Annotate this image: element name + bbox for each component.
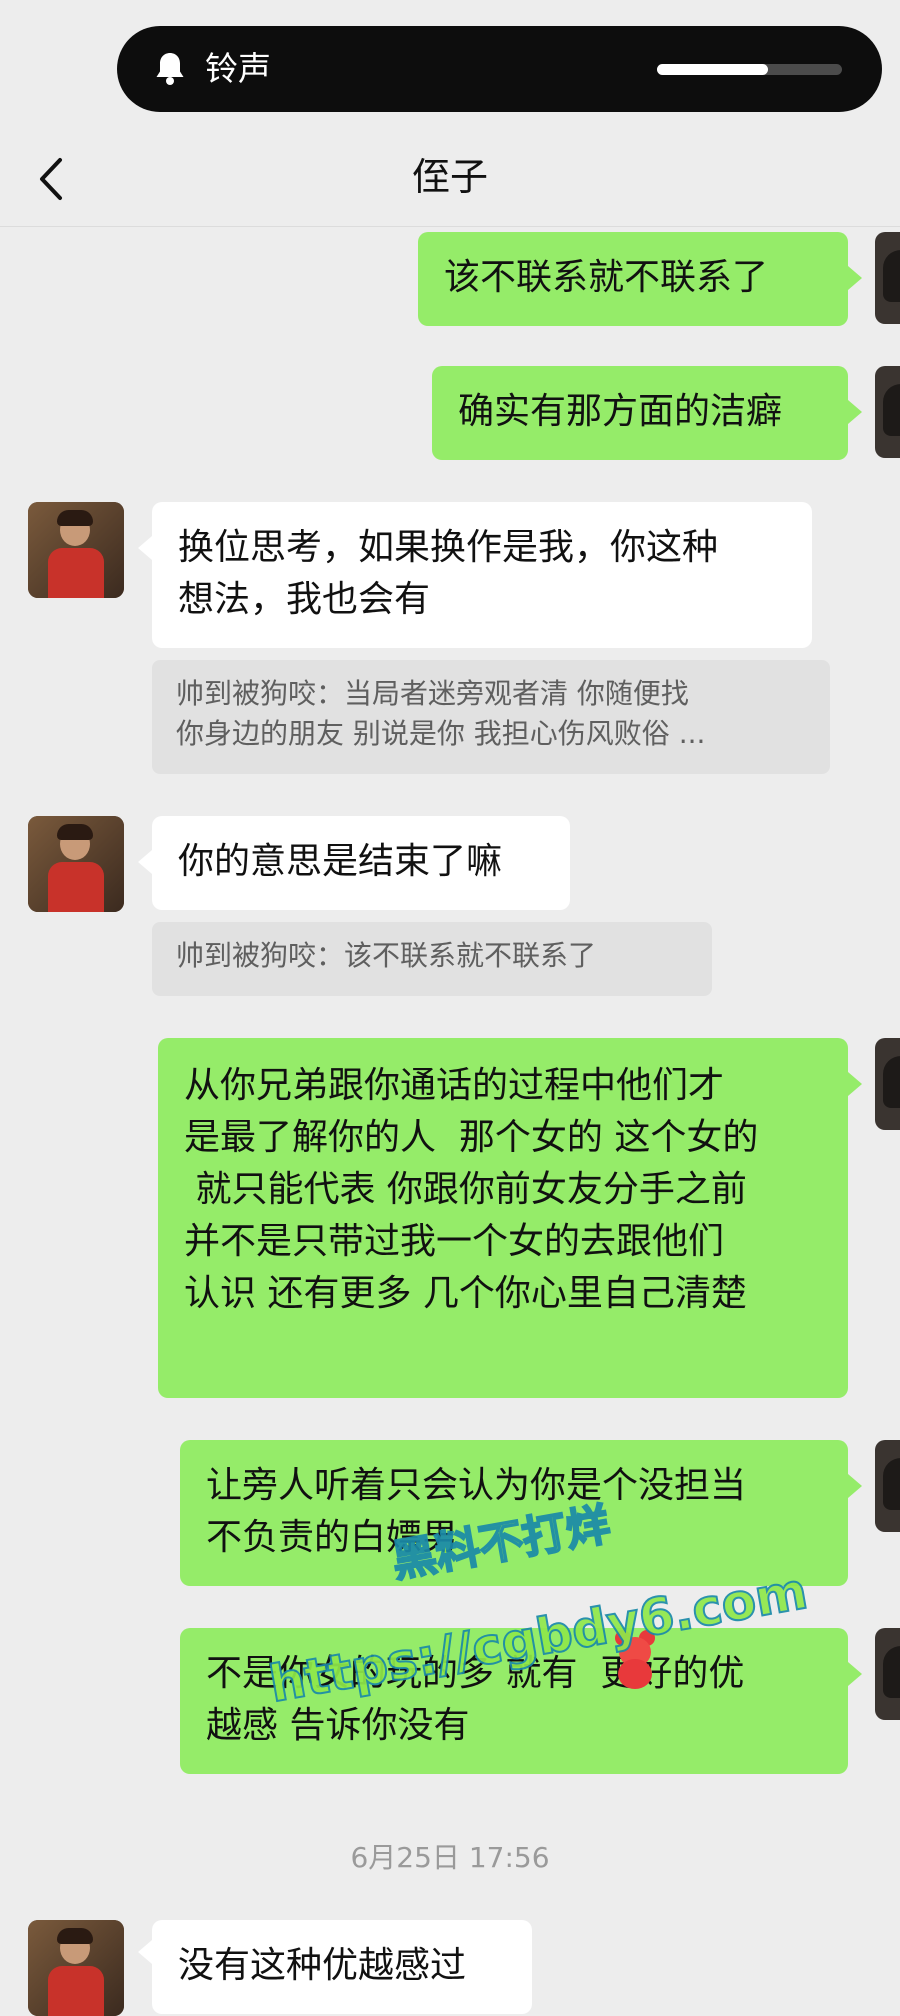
- timestamp: 6月25日 17:56: [350, 1841, 550, 1874]
- ringer-notification: 铃声: [117, 26, 882, 112]
- chat-header: 侄子: [0, 130, 900, 227]
- quoted-reply[interactable]: 帅到被狗咬：当局者迷旁观者清 你随便找 你身边的朋友 别说是你 我担心伤风败俗 …: [152, 660, 830, 774]
- bubble-tail: [848, 400, 862, 424]
- avatar[interactable]: [875, 366, 900, 458]
- bubble-tail: [138, 536, 152, 560]
- message-bubble-outgoing[interactable]: 从你兄弟跟你通话的过程中他们才 是最了解你的人 那个女的 这个女的 就只能代表 …: [158, 1038, 848, 1398]
- message-bubble-outgoing[interactable]: 该不联系就不联系了: [418, 232, 848, 326]
- bubble-tail: [848, 1072, 862, 1096]
- message-bubble-incoming-text: 没有这种优越感过: [178, 1945, 467, 1986]
- volume-level: [657, 64, 768, 75]
- avatar[interactable]: [875, 1628, 900, 1720]
- avatar[interactable]: [875, 1440, 900, 1532]
- bubble-tail: [848, 1662, 862, 1686]
- ringer-label: 铃声: [205, 49, 271, 88]
- volume-bar[interactable]: [657, 64, 842, 75]
- chat-title: 侄子: [411, 155, 488, 199]
- avatar[interactable]: [28, 1920, 124, 2016]
- bubble-tail: [848, 266, 862, 290]
- avatar[interactable]: [28, 502, 124, 598]
- message-bubble-incoming[interactable]: 换位思考，如果换作是我，你这种 想法，我也会有: [152, 502, 812, 648]
- bell-icon: [156, 53, 184, 85]
- bubble-tail: [138, 850, 152, 874]
- avatar[interactable]: [875, 1038, 900, 1130]
- message-bubble-outgoing[interactable]: 确实有那方面的洁癖: [432, 366, 848, 460]
- quoted-reply[interactable]: 帅到被狗咬：该不联系就不联系了: [152, 922, 712, 996]
- bubble-tail: [848, 1474, 862, 1498]
- message-bubble-incoming[interactable]: 你的意思是结束了嘛: [152, 816, 570, 910]
- avatar[interactable]: [28, 816, 124, 912]
- bubble-tail: [138, 1940, 152, 1964]
- avatar[interactable]: [875, 232, 900, 324]
